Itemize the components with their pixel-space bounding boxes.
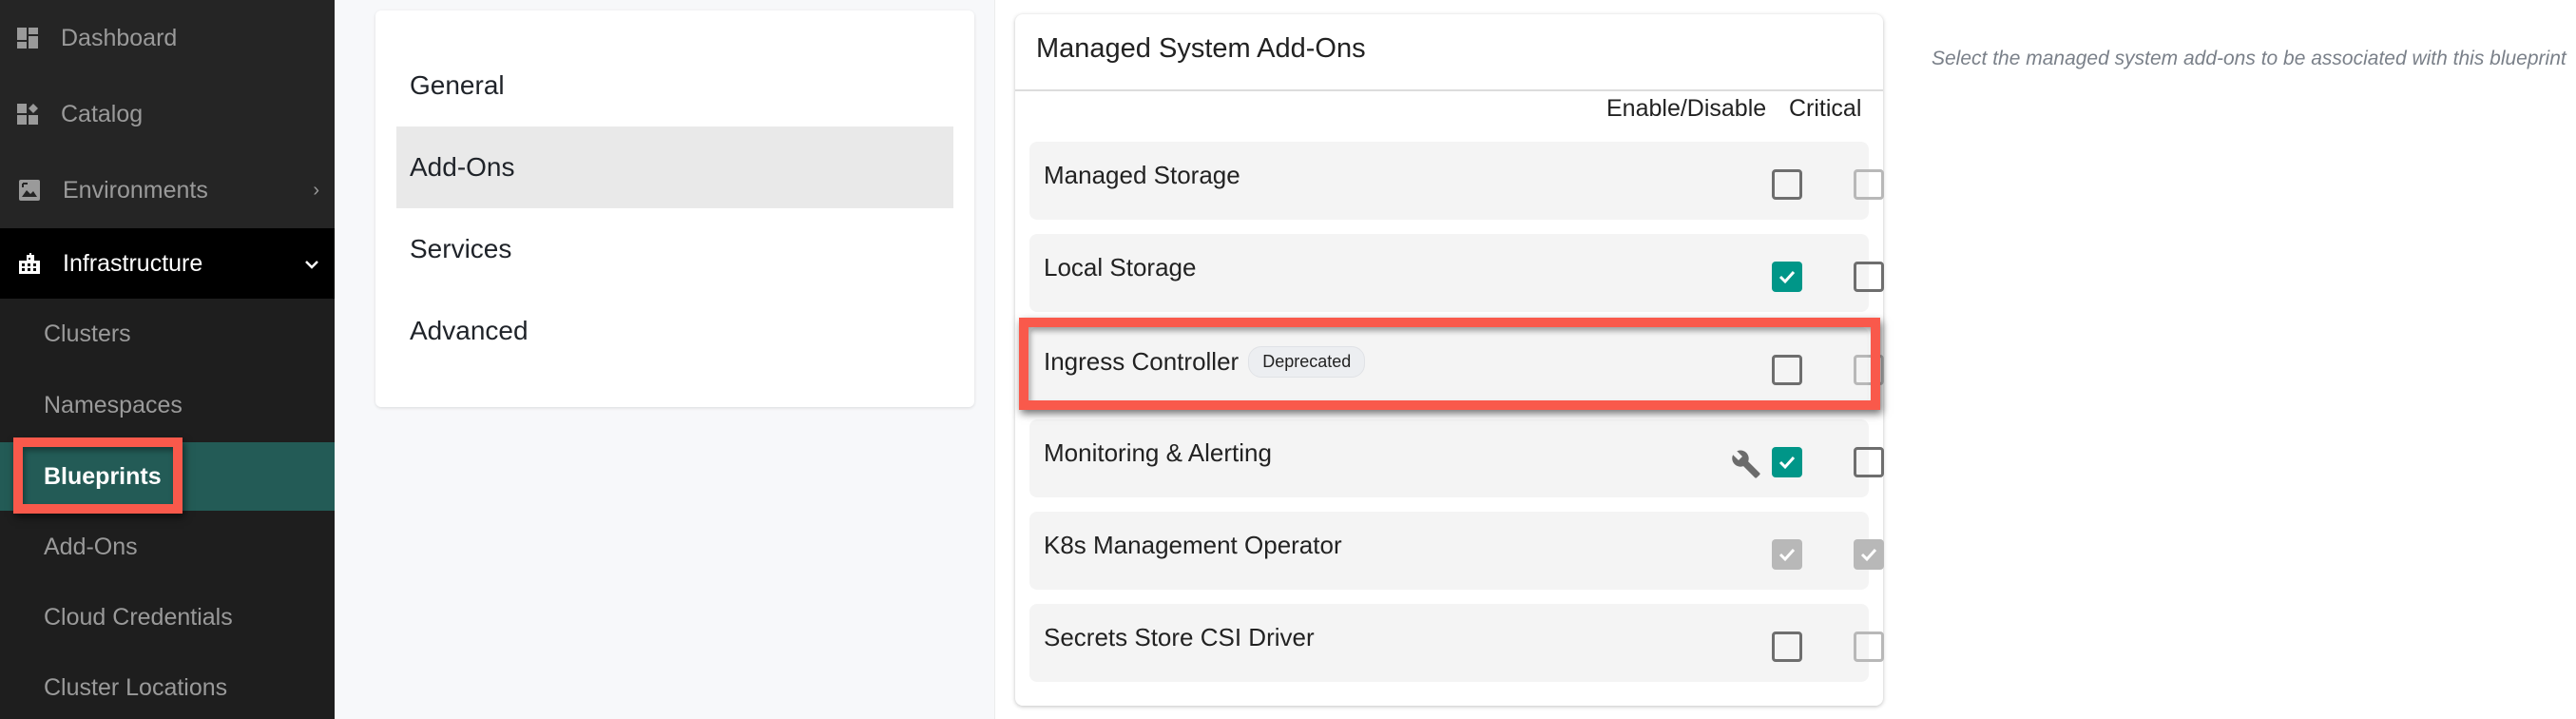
critical-checkbox <box>1854 169 1884 200</box>
addon-row: Secrets Store CSI Driver <box>1029 604 1884 682</box>
sidebar-item-cluster-locations[interactable]: Cluster Locations <box>0 651 335 719</box>
chevron-right-icon: › <box>313 179 319 201</box>
tab-general[interactable]: General <box>396 45 953 126</box>
critical-checkbox <box>1854 355 1884 385</box>
addon-name-container: Monitoring & Alerting <box>1044 438 1272 468</box>
addon-name-container: Local Storage <box>1044 253 1196 282</box>
sidebar-item-environments[interactable]: Environments › <box>0 152 335 228</box>
addon-name: Monitoring & Alerting <box>1044 438 1272 467</box>
enable-checkbox <box>1772 539 1802 570</box>
sidebar-item-catalog[interactable]: Catalog <box>0 76 335 152</box>
tab-label: Add-Ons <box>410 152 515 182</box>
addon-name: Ingress Controller <box>1044 347 1240 376</box>
dashboard-icon <box>17 28 38 49</box>
divider <box>1015 89 1883 91</box>
tab-advanced[interactable]: Advanced <box>396 290 953 372</box>
addon-name-container: Managed Storage <box>1044 161 1240 190</box>
sidebar-item-cloud-credentials[interactable]: Cloud Credentials <box>0 583 335 651</box>
sidebar-item-label: Cluster Locations <box>44 673 228 701</box>
sidebar-item-add-ons[interactable]: Add-Ons <box>0 511 335 583</box>
deprecated-badge: Deprecated <box>1248 346 1366 378</box>
chevron-down-icon <box>304 253 319 275</box>
enable-checkbox[interactable] <box>1772 632 1802 662</box>
tab-label: Services <box>410 234 512 263</box>
sidebar-item-clusters[interactable]: Clusters <box>0 299 335 369</box>
addon-row: Ingress Controller Deprecated <box>1029 327 1884 405</box>
addon-name-container: K8s Management Operator <box>1044 531 1342 560</box>
addon-name: Managed Storage <box>1044 161 1240 189</box>
addon-name: Secrets Store CSI Driver <box>1044 623 1315 651</box>
sidebar-item-label: Environments <box>63 176 208 204</box>
building-icon <box>19 253 40 274</box>
critical-checkbox <box>1854 539 1884 570</box>
blueprint-section-tabs: General Add-Ons Services Advanced <box>375 10 974 407</box>
sidebar-item-dashboard[interactable]: Dashboard <box>0 0 335 76</box>
tab-services[interactable]: Services <box>396 208 953 290</box>
sidebar-item-label: Dashboard <box>61 24 178 51</box>
critical-checkbox[interactable] <box>1854 447 1884 477</box>
enable-checkbox[interactable] <box>1772 169 1802 200</box>
image-icon <box>19 180 40 201</box>
sidebar-item-label: Clusters <box>44 320 131 347</box>
addon-name-container: Ingress Controller Deprecated <box>1044 346 1366 378</box>
tab-add-ons[interactable]: Add-Ons <box>396 126 953 208</box>
sidebar-item-infrastructure[interactable]: Infrastructure <box>0 228 335 299</box>
addon-row: K8s Management Operator <box>1029 512 1884 590</box>
critical-checkbox[interactable] <box>1854 262 1884 292</box>
column-header-enable: Enable/Disable <box>1606 95 1767 122</box>
critical-checkbox <box>1854 632 1884 662</box>
card-title: Managed System Add-Ons <box>1036 33 1366 64</box>
sidebar-item-blueprints[interactable]: Blueprints <box>0 442 335 511</box>
section-description: Select the managed system add-ons to be … <box>1932 48 2566 69</box>
addon-name: K8s Management Operator <box>1044 531 1342 559</box>
addon-name: Local Storage <box>1044 253 1197 282</box>
tab-label: General <box>410 70 505 100</box>
sidebar-item-label: Namespaces <box>44 391 183 418</box>
enable-checkbox[interactable] <box>1772 262 1802 292</box>
addon-row: Monitoring & Alerting <box>1029 419 1884 497</box>
catalog-icon <box>17 104 38 125</box>
enable-checkbox[interactable] <box>1772 447 1802 477</box>
sidebar-item-label: Blueprints <box>44 462 162 490</box>
sidebar-item-label: Catalog <box>61 100 144 127</box>
addon-name-container: Secrets Store CSI Driver <box>1044 623 1315 652</box>
wrench-icon[interactable] <box>1731 448 1761 480</box>
column-header-critical: Critical <box>1789 95 1862 122</box>
enable-checkbox[interactable] <box>1772 355 1802 385</box>
sidebar-item-namespaces[interactable]: Namespaces <box>0 369 335 441</box>
addon-row: Local Storage <box>1029 234 1884 312</box>
tab-label: Advanced <box>410 316 529 345</box>
sidebar-item-label: Infrastructure <box>63 249 203 277</box>
addon-row: Managed Storage <box>1029 142 1884 220</box>
sidebar-item-label: Add-Ons <box>44 533 138 560</box>
sidebar-item-label: Cloud Credentials <box>44 603 233 631</box>
managed-addons-card: Managed System Add-Ons Enable/Disable Cr… <box>1015 14 1884 706</box>
sidebar: Dashboard Catalog Environments › Infrast… <box>0 0 335 719</box>
